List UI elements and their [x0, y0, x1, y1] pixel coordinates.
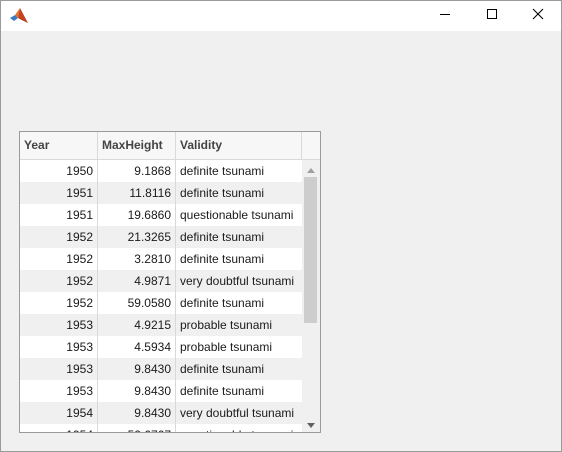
- scroll-down-button[interactable]: [302, 415, 320, 432]
- table-row[interactable]: 1952 3.2810 definite tsunami: [20, 248, 302, 270]
- year-cell[interactable]: 1954: [20, 402, 98, 424]
- maxheight-cell[interactable]: 9.8430: [98, 402, 176, 424]
- table-header: Year MaxHeight Validity: [20, 132, 320, 160]
- scroll-down-arrow-icon: [307, 415, 315, 433]
- maxheight-cell[interactable]: 52.6767: [98, 424, 176, 432]
- validity-cell[interactable]: definite tsunami: [176, 226, 302, 248]
- validity-cell[interactable]: definite tsunami: [176, 160, 302, 182]
- table-row[interactable]: 1954 9.8430 very doubtful tsunami: [20, 402, 302, 424]
- table-row[interactable]: 1953 9.8430 definite tsunami: [20, 358, 302, 380]
- table-row[interactable]: 1951 19.6860 questionable tsunami: [20, 204, 302, 226]
- minimize-button[interactable]: [422, 1, 468, 31]
- year-cell[interactable]: 1951: [20, 204, 98, 226]
- table-row[interactable]: 1952 59.0580 definite tsunami: [20, 292, 302, 314]
- close-button[interactable]: [515, 1, 561, 31]
- validity-cell[interactable]: very doubtful tsunami: [176, 270, 302, 292]
- maxheight-cell[interactable]: 9.8430: [98, 358, 176, 380]
- close-icon: [532, 7, 544, 25]
- validity-cell[interactable]: probable tsunami: [176, 336, 302, 358]
- column-header-maxheight[interactable]: MaxHeight: [98, 132, 176, 159]
- validity-cell[interactable]: definite tsunami: [176, 248, 302, 270]
- column-header-validity[interactable]: Validity: [176, 132, 302, 159]
- year-cell[interactable]: 1950: [20, 160, 98, 182]
- maxheight-cell[interactable]: 4.9215: [98, 314, 176, 336]
- year-cell[interactable]: 1951: [20, 182, 98, 204]
- table-row[interactable]: 1953 4.5934 probable tsunami: [20, 336, 302, 358]
- maximize-button[interactable]: [469, 1, 515, 31]
- minimize-icon: [439, 7, 451, 25]
- year-cell[interactable]: 1953: [20, 336, 98, 358]
- year-cell[interactable]: 1952: [20, 248, 98, 270]
- table-row[interactable]: 1950 9.1868 definite tsunami: [20, 160, 302, 182]
- column-header-year[interactable]: Year: [20, 132, 98, 159]
- year-cell[interactable]: 1954: [20, 424, 98, 432]
- validity-cell[interactable]: very doubtful tsunami: [176, 402, 302, 424]
- table-row[interactable]: 195452.6767questionable tsunami: [20, 424, 302, 432]
- vertical-scrollbar[interactable]: [302, 160, 320, 432]
- validity-cell[interactable]: definite tsunami: [176, 358, 302, 380]
- table-row[interactable]: 1951 11.8116 definite tsunami: [20, 182, 302, 204]
- scrollbar-thumb[interactable]: [304, 177, 317, 323]
- maxheight-cell[interactable]: 4.9871: [98, 270, 176, 292]
- year-cell[interactable]: 1952: [20, 292, 98, 314]
- year-cell[interactable]: 1952: [20, 270, 98, 292]
- validity-cell[interactable]: definite tsunami: [176, 182, 302, 204]
- data-table[interactable]: Year MaxHeight Validity 1950 9.1868 defini…: [19, 131, 321, 433]
- maxheight-cell[interactable]: 59.0580: [98, 292, 176, 314]
- table-row[interactable]: 1952 4.9871 very doubtful tsunami: [20, 270, 302, 292]
- maximize-icon: [486, 7, 498, 25]
- scroll-up-button[interactable]: [302, 160, 320, 177]
- maxheight-cell[interactable]: 3.2810: [98, 248, 176, 270]
- year-cell[interactable]: 1953: [20, 358, 98, 380]
- validity-cell[interactable]: definite tsunami: [176, 292, 302, 314]
- maxheight-cell[interactable]: 9.1868: [98, 160, 176, 182]
- table-row[interactable]: 1953 4.9215 probable tsunami: [20, 314, 302, 336]
- title-bar[interactable]: [1, 1, 561, 31]
- matlab-logo-icon: [9, 6, 29, 26]
- scroll-up-arrow-icon: [307, 160, 315, 178]
- validity-cell[interactable]: questionable tsunami: [176, 204, 302, 226]
- validity-cell[interactable]: definite tsunami: [176, 380, 302, 402]
- header-corner: [302, 132, 320, 159]
- year-cell[interactable]: 1952: [20, 226, 98, 248]
- year-cell[interactable]: 1953: [20, 314, 98, 336]
- table-row[interactable]: 1952 21.3265 definite tsunami: [20, 226, 302, 248]
- table-body: 1950 9.1868 definite tsunami 1951 11.8116 def…: [20, 160, 302, 432]
- year-cell[interactable]: 1953: [20, 380, 98, 402]
- table-row[interactable]: 1953 9.8430 definite tsunami: [20, 380, 302, 402]
- maxheight-cell[interactable]: 9.8430: [98, 380, 176, 402]
- validity-cell[interactable]: questionable tsunami: [176, 424, 302, 432]
- maxheight-cell[interactable]: 19.6860: [98, 204, 176, 226]
- maxheight-cell[interactable]: 11.8116: [98, 182, 176, 204]
- maxheight-cell[interactable]: 21.3265: [98, 226, 176, 248]
- validity-cell[interactable]: probable tsunami: [176, 314, 302, 336]
- maxheight-cell[interactable]: 4.5934: [98, 336, 176, 358]
